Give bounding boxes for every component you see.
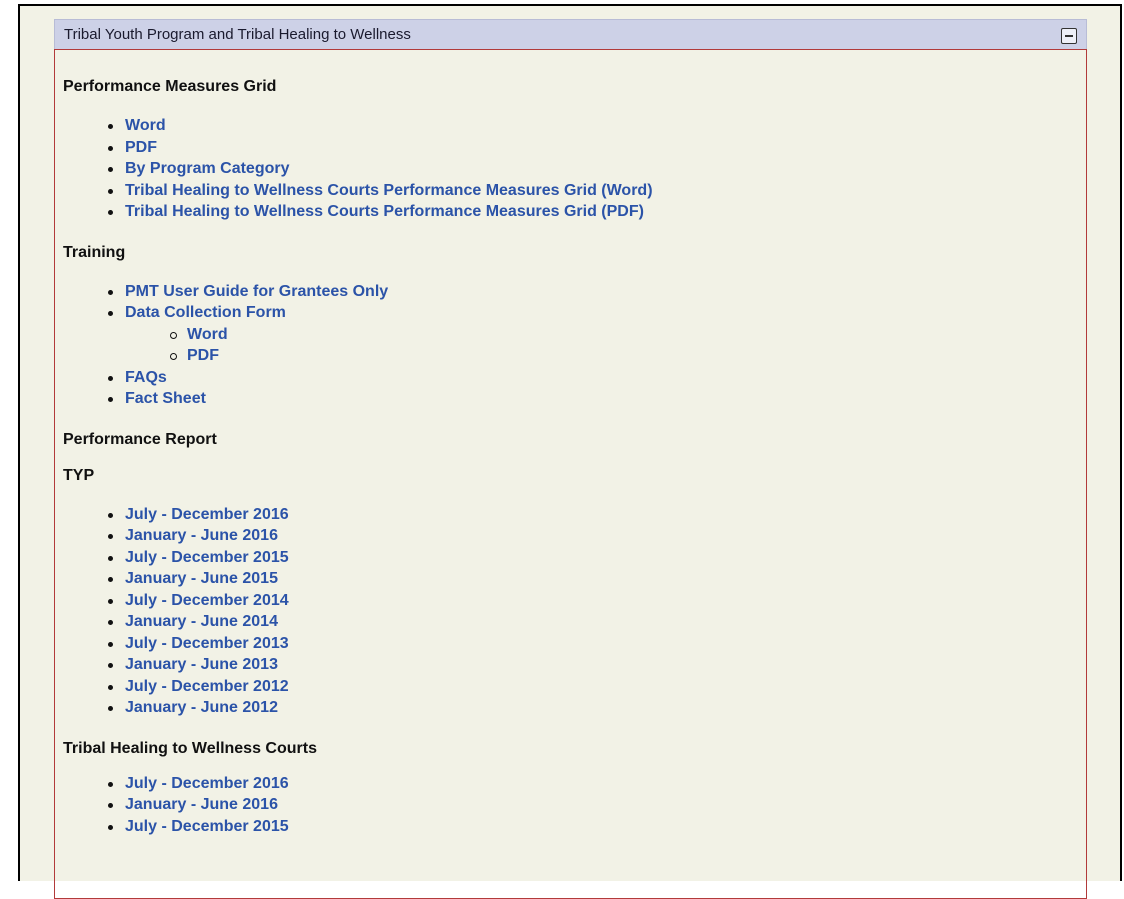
link-fact-sheet[interactable]: Fact Sheet [125,390,206,407]
list-item: Fact Sheet [63,388,1086,410]
panel-body: Performance Measures Grid Word PDF By Pr… [54,49,1087,899]
list-item: January - June 2012 [63,697,1086,719]
panel-title: Tribal Youth Program and Tribal Healing … [64,26,411,43]
link-thwc-report[interactable]: July - December 2015 [125,818,289,835]
list-item: July - December 2013 [63,633,1086,655]
link-typ-report[interactable]: July - December 2012 [125,678,289,695]
collapsible-panel: Tribal Youth Program and Tribal Healing … [54,19,1087,899]
link-dcf-word[interactable]: Word [187,326,228,343]
list-item: January - June 2015 [63,568,1086,590]
link-pm-pdf[interactable]: PDF [125,139,157,156]
list-item: January - June 2016 [63,525,1086,547]
training-list: PMT User Guide for Grantees Only Data Co… [63,281,1086,410]
list-item: Tribal Healing to Wellness Courts Perfor… [63,201,1086,223]
link-typ-report[interactable]: January - June 2012 [125,699,278,716]
section-heading-typ: TYP [63,466,95,484]
list-item: July - December 2016 [63,773,1086,795]
link-typ-report[interactable]: July - December 2013 [125,635,289,652]
list-item: Data Collection Form Word PDF [63,302,1086,367]
link-dcf-pdf[interactable]: PDF [187,347,219,364]
link-thwc-report[interactable]: January - June 2016 [125,796,278,813]
list-item: July - December 2016 [63,504,1086,526]
link-thwc-grid-pdf[interactable]: Tribal Healing to Wellness Courts Perfor… [125,203,644,220]
link-typ-report[interactable]: January - June 2013 [125,656,278,673]
link-typ-report[interactable]: July - December 2014 [125,592,289,609]
pm-grid-list: Word PDF By Program Category Tribal Heal… [63,115,1086,223]
link-data-collection-form[interactable]: Data Collection Form [125,304,286,321]
list-item: By Program Category [63,158,1086,180]
link-typ-report[interactable]: January - June 2015 [125,570,278,587]
link-pm-word[interactable]: Word [125,117,166,134]
list-item: July - December 2015 [63,816,1086,838]
section-heading-thwc: Tribal Healing to Wellness Courts [63,739,317,757]
section-heading-performance-report: Performance Report [63,430,217,448]
list-item: July - December 2015 [63,547,1086,569]
link-typ-report[interactable]: January - June 2016 [125,527,278,544]
typ-report-list: July - December 2016 January - June 2016… [63,504,1086,719]
link-typ-report[interactable]: July - December 2016 [125,506,289,523]
panel-header[interactable]: Tribal Youth Program and Tribal Healing … [54,19,1087,49]
page-frame: Tribal Youth Program and Tribal Healing … [18,4,1122,899]
list-item: July - December 2014 [63,590,1086,612]
list-item: PMT User Guide for Grantees Only [63,281,1086,303]
data-collection-sublist: Word PDF [125,324,1086,367]
list-item: FAQs [63,367,1086,389]
list-item: January - June 2014 [63,611,1086,633]
section-heading-training: Training [63,243,126,261]
link-thwc-report[interactable]: July - December 2016 [125,775,289,792]
link-thwc-grid-word[interactable]: Tribal Healing to Wellness Courts Perfor… [125,182,653,199]
list-item: Word [63,115,1086,137]
list-item: Word [125,324,1086,346]
list-item: PDF [125,345,1086,367]
link-faqs[interactable]: FAQs [125,369,167,386]
list-item: Tribal Healing to Wellness Courts Perfor… [63,180,1086,202]
section-heading-performance-measures-grid: Performance Measures Grid [63,78,277,95]
minus-square-icon[interactable] [1061,28,1077,44]
link-typ-report[interactable]: January - June 2014 [125,613,278,630]
link-pmt-user-guide[interactable]: PMT User Guide for Grantees Only [125,283,388,300]
list-item: PDF [63,137,1086,159]
link-typ-report[interactable]: July - December 2015 [125,549,289,566]
list-item: January - June 2013 [63,654,1086,676]
list-item: July - December 2012 [63,676,1086,698]
link-pm-by-category[interactable]: By Program Category [125,160,290,177]
thwc-report-list: July - December 2016 January - June 2016… [63,773,1086,838]
list-item: January - June 2016 [63,794,1086,816]
